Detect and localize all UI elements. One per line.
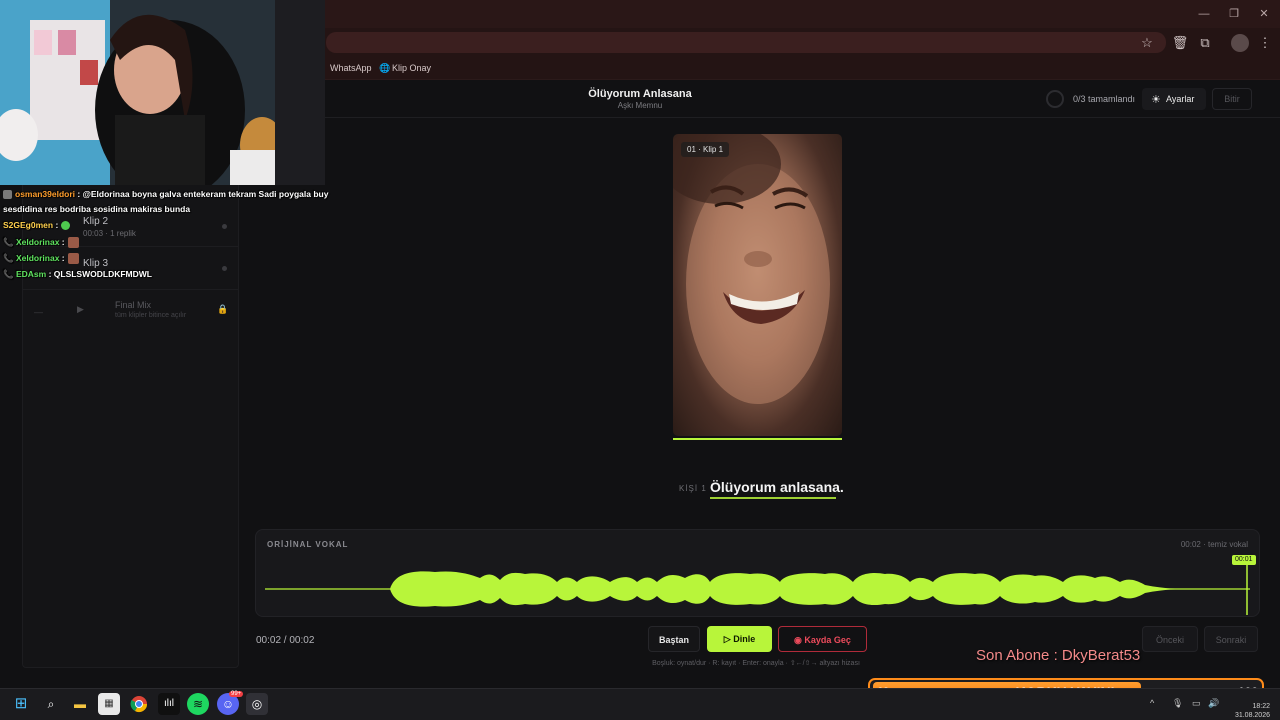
waveform-shape (390, 571, 1175, 607)
progress-text: 0/3 tamamlandı (1073, 94, 1136, 104)
lock-icon: 🔒 (217, 304, 229, 314)
profile-avatar[interactable] (1231, 34, 1249, 52)
tray-chevron-icon[interactable]: ^ (1150, 698, 1154, 708)
progress-ring (1046, 90, 1064, 108)
webcam-overlay (0, 0, 325, 185)
chat-message: osman39eldori : @Eldorinaa boyna galva e… (3, 189, 329, 200)
status-dot (222, 224, 227, 229)
discord-badge: 99+ (229, 691, 244, 697)
minimize-icon[interactable]: — (1194, 6, 1214, 22)
chat-username: EDAsm (15, 269, 47, 279)
bookmark-star-icon[interactable]: ☆ (1138, 34, 1156, 52)
final-mix-label: Final Mix (115, 300, 152, 310)
emote-icon (67, 237, 79, 249)
file-explorer-icon[interactable]: ▬ (69, 693, 91, 715)
chat-message: sesdidina res bodriba sosidina makiras b… (3, 204, 190, 214)
previous-button[interactable]: Önceki (1142, 626, 1198, 652)
final-mix-item: — ▶ Final Mix tüm klipler bitince açılır… (22, 291, 239, 333)
chat-message: 📞 Xeldorinax : (3, 253, 82, 265)
clip-tag: 01 · Klip 1 (681, 142, 730, 157)
clock-date: 31.08.2026 (1234, 712, 1270, 719)
obs-icon[interactable]: ◎ (246, 693, 268, 715)
clock-time: 18:22 (1252, 703, 1270, 710)
chat-message: 📞 Xeldorinax : (3, 237, 82, 249)
phone-badge-icon: 📞 (3, 253, 14, 263)
clip-name: Klip 3 (83, 258, 109, 269)
record-icon: ◉ (794, 635, 805, 645)
bookmark-whatsapp[interactable]: WhatsApp (330, 60, 372, 76)
sun-settings-icon: ☀ (1151, 94, 1161, 106)
spotify-icon[interactable]: ≋ (187, 693, 209, 715)
page-title: Ölüyorum Anlasana (588, 88, 692, 100)
page-subtitle: Aşkı Memnu (617, 101, 663, 110)
play-square-icon: ▶ (77, 304, 84, 314)
emote-icon (60, 221, 70, 231)
waveform-label: ORİJİNAL VOKAL (267, 540, 349, 549)
waveform[interactable] (265, 560, 1255, 620)
search-icon[interactable]: ⌕ (40, 693, 62, 715)
keyboard-shortcuts-hint: Boşluk: oynat/dur · R: kayıt · Enter: on… (652, 660, 860, 667)
chrome-icon[interactable] (128, 693, 150, 715)
globe-icon: 🌐 (379, 63, 391, 73)
restore-icon[interactable]: ❐ (1224, 6, 1244, 22)
listen-label: Dinle (733, 634, 756, 644)
status-dot (222, 266, 227, 271)
phone-badge-icon: 📞 (3, 237, 14, 247)
time-readout: 00:02 / 00:02 (256, 635, 315, 646)
video-progress-line (673, 438, 842, 440)
record-button[interactable]: ◉ Kayda Geç (778, 626, 867, 652)
address-bar[interactable] (326, 32, 1166, 53)
next-button[interactable]: Sonraki (1204, 626, 1258, 652)
windows-start-icon[interactable]: ⊞ (10, 693, 32, 715)
subtitle-underline (710, 497, 836, 499)
volume-icon[interactable]: 🔊 (1208, 698, 1219, 709)
play-icon: ▷ (723, 634, 734, 644)
close-icon[interactable]: ✕ (1254, 6, 1274, 22)
chat-text: sesdidina res bodriba sosidina makiras b… (3, 204, 191, 214)
microphone-icon[interactable]: 🎙 (1172, 698, 1183, 709)
subtitle-line[interactable]: Ölüyorum anlasana. (710, 479, 844, 495)
network-icon[interactable]: ▭ (1192, 698, 1201, 709)
taskbar-clock[interactable]: 18:22 31.08.2026 (1224, 702, 1270, 720)
record-label: Kayda Geç (804, 635, 851, 645)
chat-username: osman39eldori (15, 189, 75, 199)
dash-placeholder: — (34, 307, 43, 317)
user-badge-icon (3, 190, 12, 200)
restart-button[interactable]: Baştan (648, 626, 700, 652)
chrome-glyph (130, 696, 148, 713)
webcam-scene (0, 0, 325, 185)
chat-text: QLSLSWODLDKFMDWL (53, 269, 152, 279)
face-illustration (673, 134, 830, 404)
bookmark-klip-onay[interactable]: Klip Onay (392, 60, 431, 76)
chat-username: Xeldorinax (15, 253, 60, 263)
clip-meta: 00:03 · 1 replik (83, 229, 136, 238)
last-subscriber: Son Abone : DkyBerat53 (976, 647, 1141, 664)
menu-kebab-icon[interactable]: ⋮ (1256, 34, 1274, 52)
playhead-time: 00:01 (1232, 555, 1256, 565)
app-icon[interactable]: ▦ (98, 693, 120, 715)
phone-badge-icon: 📞 (3, 269, 14, 279)
chat-username: Xeldorinax (15, 237, 60, 247)
chat-username: S2GEg0men (3, 220, 54, 230)
extensions-icon[interactable]: ⧉ (1196, 34, 1214, 52)
trash-icon[interactable]: 🗑 (1171, 34, 1189, 52)
waveform-meta: 00:02 · temiz vokal (1180, 540, 1248, 549)
finish-button[interactable]: Bitir (1212, 88, 1252, 110)
video-preview[interactable] (673, 134, 842, 436)
speaker-label: KİŞİ 1 (679, 484, 707, 493)
chat-message: S2GEg0men : (3, 220, 73, 231)
final-mix-meta: tüm klipler bitince açılır (115, 312, 187, 319)
listen-button[interactable]: ▷ Dinle (707, 626, 772, 652)
emote-icon (67, 253, 79, 265)
chat-message: 📞 EDAsm : QLSLSWODLDKFMDWL (3, 269, 152, 279)
chat-text: @Eldorinaa boyna galva entekeram tekram … (82, 189, 329, 199)
audio-app-icon[interactable]: ılıl (158, 693, 180, 715)
clip-name: Klip 2 (83, 216, 109, 227)
